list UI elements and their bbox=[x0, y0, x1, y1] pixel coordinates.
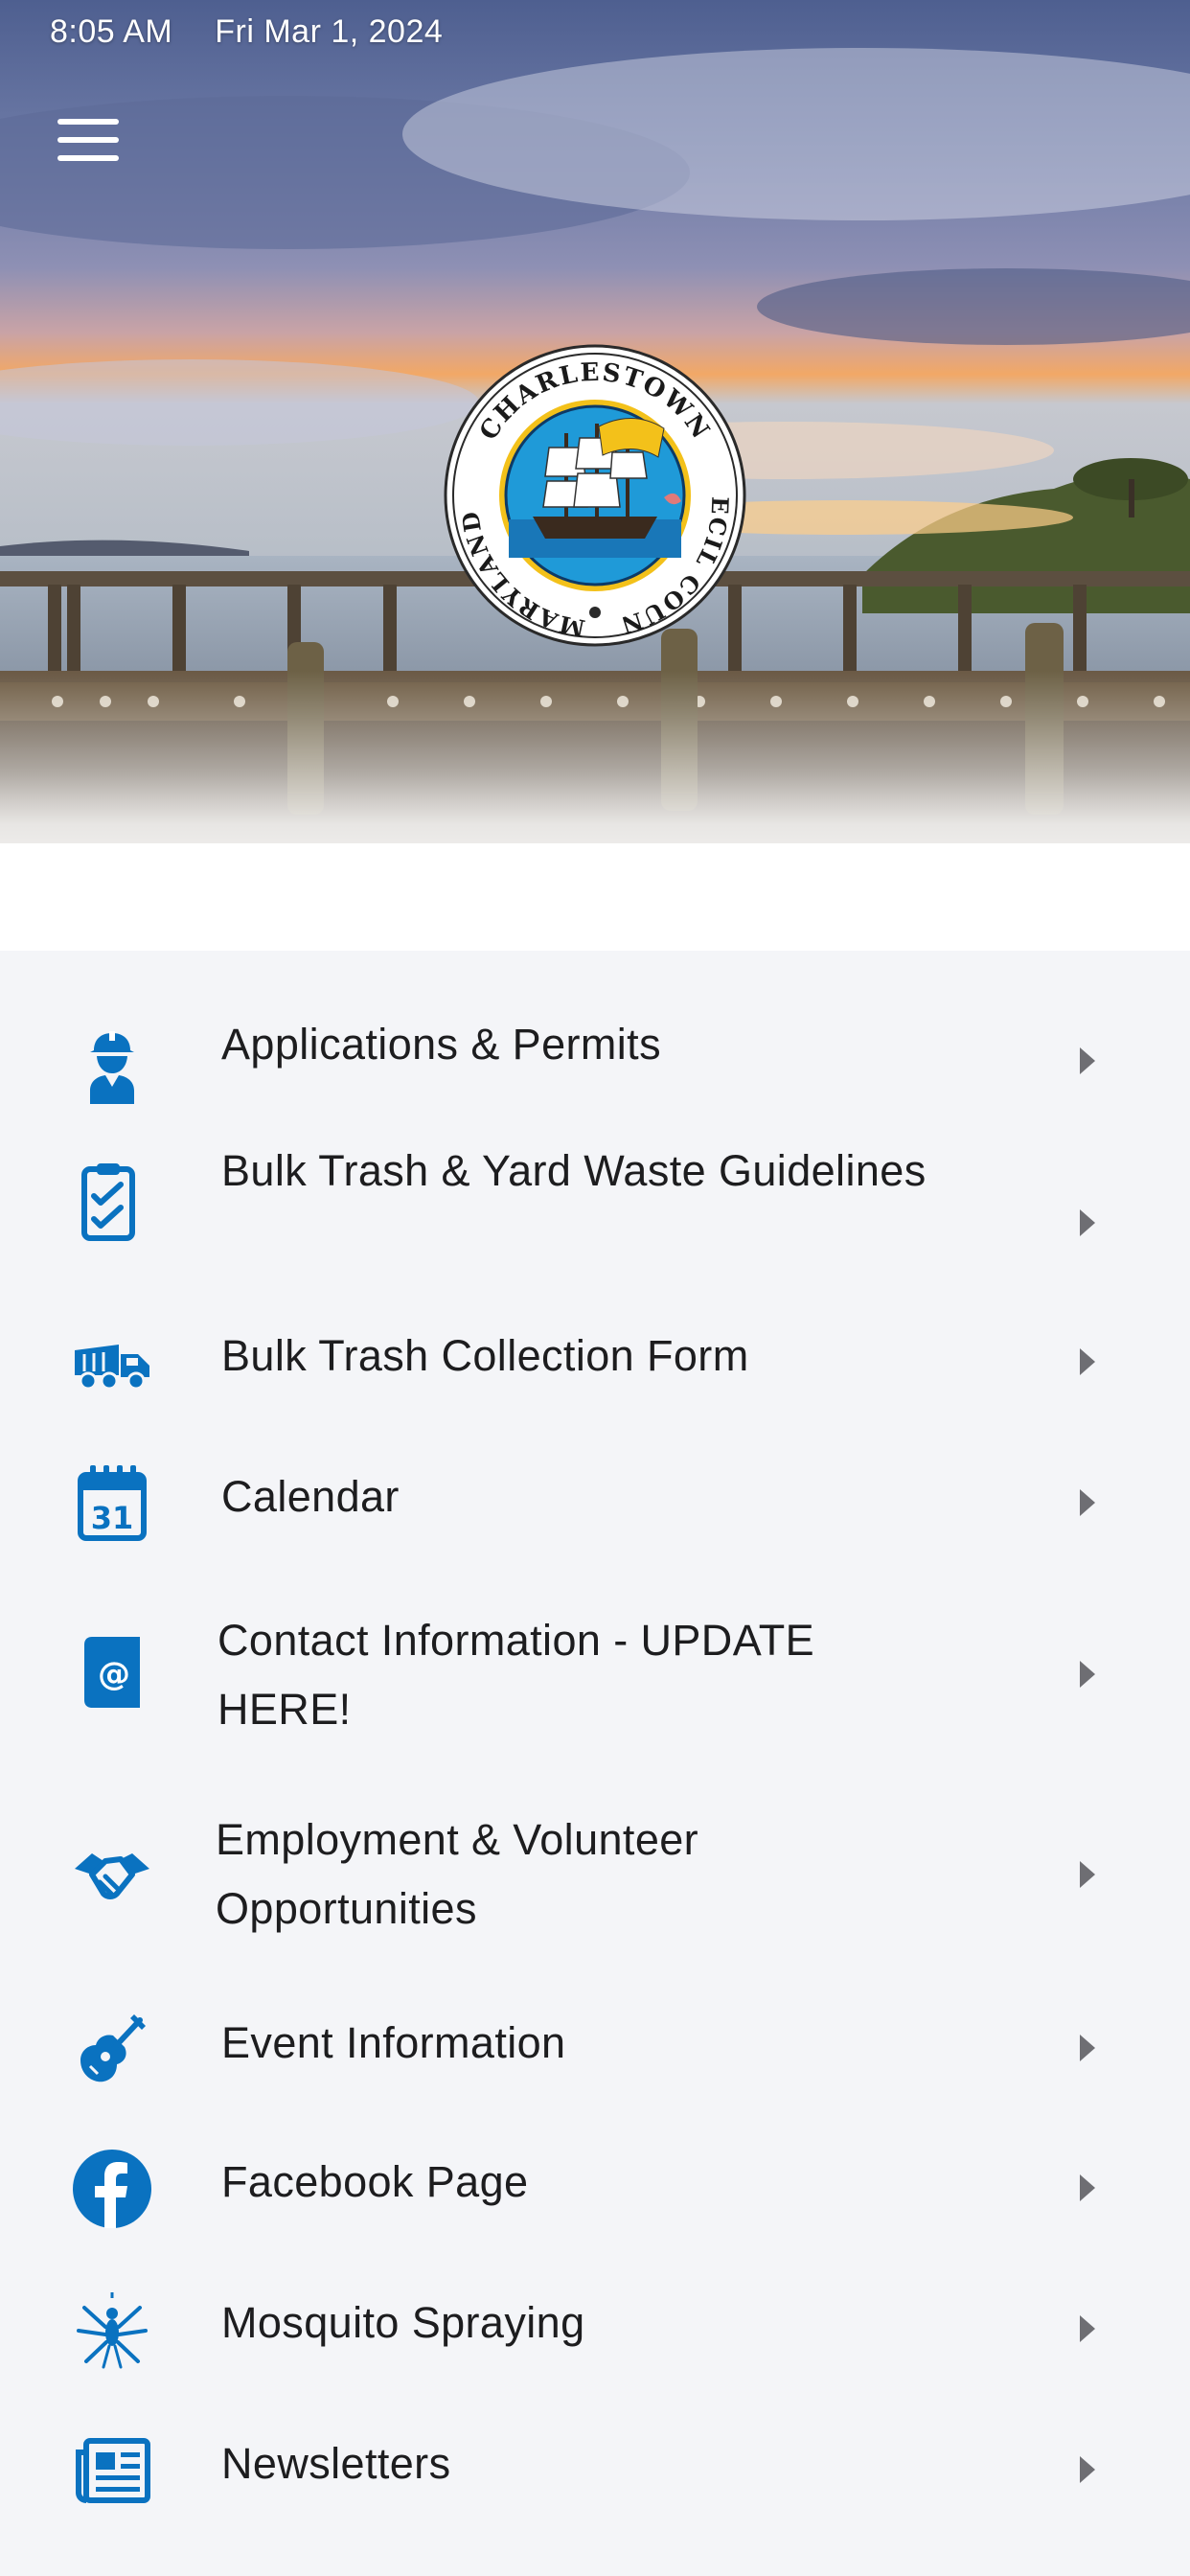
handshake-icon bbox=[71, 1834, 153, 1917]
guitar-icon bbox=[71, 2007, 153, 2089]
chevron-right-icon bbox=[1080, 2315, 1095, 2342]
clipboard-check-icon bbox=[67, 1160, 149, 1242]
chevron-right-icon bbox=[1080, 1047, 1095, 1074]
town-seal-logo: CHARLESTOWN MARYLAND CECIL COUNTY bbox=[442, 342, 746, 647]
newspaper-icon bbox=[71, 2429, 153, 2512]
dump-truck-icon bbox=[71, 1322, 153, 1404]
menu-item-applications-permits[interactable]: Applications & Permits bbox=[0, 951, 1190, 1119]
hamburger-menu-icon[interactable] bbox=[57, 119, 126, 169]
chevron-right-icon bbox=[1080, 1661, 1095, 1688]
menu-item-calendar[interactable]: 31 Calendar bbox=[0, 1433, 1190, 1574]
chevron-right-icon bbox=[1080, 1348, 1095, 1375]
menu-item-label: Bulk Trash Collection Form bbox=[221, 1331, 749, 1380]
svg-text:31: 31 bbox=[91, 1500, 134, 1536]
chevron-right-icon bbox=[1080, 2456, 1095, 2483]
address-book-icon: @ bbox=[71, 1631, 153, 1714]
menu-item-contact-information[interactable]: @ Contact Information - UPDATE HERE! bbox=[0, 1574, 1190, 1775]
menu-item-label: Employment & Volunteer Opportunities bbox=[216, 1815, 699, 1933]
menu-item-label: Bulk Trash & Yard Waste Guidelines bbox=[221, 1146, 927, 1195]
chevron-right-icon bbox=[1080, 2174, 1095, 2201]
menu-item-label: Contact Information - UPDATE HERE! bbox=[217, 1616, 815, 1734]
facebook-icon bbox=[71, 2148, 153, 2230]
menu-item-mosquito-spraying[interactable]: Mosquito Spraying bbox=[0, 2259, 1190, 2400]
menu-item-label: Calendar bbox=[221, 1472, 400, 1521]
svg-text:@: @ bbox=[98, 1655, 130, 1693]
mosquito-icon bbox=[71, 2288, 153, 2371]
menu-item-employment-volunteer[interactable]: Employment & Volunteer Opportunities bbox=[0, 1775, 1190, 1976]
menu-item-newsletters[interactable]: Newsletters bbox=[0, 2400, 1190, 2542]
chevron-right-icon bbox=[1080, 1209, 1095, 1236]
chevron-right-icon bbox=[1080, 1489, 1095, 1516]
header-banner: 8:05 AM Fri Mar 1, 2024 CHARLESTOWN MARY… bbox=[0, 0, 1190, 951]
chevron-right-icon bbox=[1080, 1861, 1095, 1888]
menu-item-label: Facebook Page bbox=[221, 2157, 529, 2206]
menu-item-label: Applications & Permits bbox=[221, 1020, 661, 1069]
menu-item-bulk-trash-guidelines[interactable]: Bulk Trash & Yard Waste Guidelines bbox=[0, 1119, 1190, 1292]
status-date: Fri Mar 1, 2024 bbox=[215, 13, 444, 50]
menu-item-bulk-trash-form[interactable]: Bulk Trash Collection Form bbox=[0, 1292, 1190, 1433]
chevron-right-icon bbox=[1080, 2035, 1095, 2061]
calendar-icon: 31 bbox=[71, 1461, 153, 1544]
menu-item-label: Newsletters bbox=[221, 2439, 451, 2488]
menu-item-facebook-page[interactable]: Facebook Page bbox=[0, 2118, 1190, 2259]
worker-icon bbox=[71, 1024, 153, 1106]
status-bar: 8:05 AM Fri Mar 1, 2024 bbox=[50, 13, 443, 51]
status-time: 8:05 AM bbox=[50, 13, 173, 50]
menu-item-event-information[interactable]: Event Information bbox=[0, 1976, 1190, 2118]
menu-item-label: Mosquito Spraying bbox=[221, 2298, 585, 2347]
menu-list: Applications & Permits Bulk Trash & Yard… bbox=[0, 951, 1190, 2542]
menu-item-label: Event Information bbox=[221, 2018, 566, 2067]
